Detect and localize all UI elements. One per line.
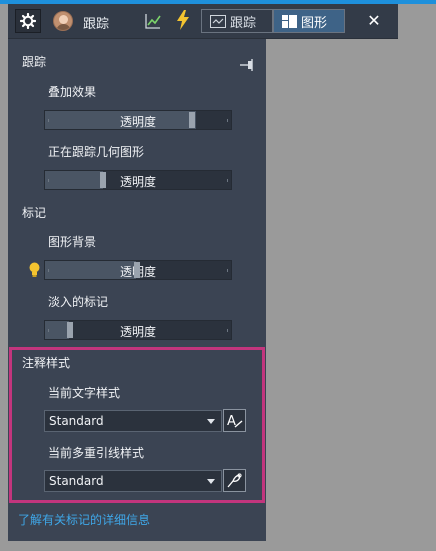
geometry-slider-thumb[interactable]: [100, 172, 106, 188]
faded-opacity-slider[interactable]: 透明度: [44, 320, 232, 340]
background-slider-thumb[interactable]: [134, 262, 140, 278]
chart-check-icon[interactable]: [144, 12, 162, 30]
text-style-icon: A: [227, 414, 243, 429]
avatar[interactable]: [53, 11, 73, 31]
chevron-down-icon: [207, 479, 215, 484]
overlay-slider-text: 透明度: [119, 115, 156, 129]
text-style-label: 当前文字样式: [48, 386, 121, 400]
faded-markup-label: 淡入的标记: [48, 295, 109, 309]
geometry-opacity-slider[interactable]: 透明度: [44, 170, 232, 190]
tab-track-label: 跟踪: [230, 15, 257, 31]
text-style-button[interactable]: A: [223, 409, 246, 432]
tracking-geometry-label: 正在跟踪几何图形: [48, 145, 145, 159]
section-track-title: 跟踪: [22, 55, 47, 69]
tab-graph-label: 图形: [301, 15, 328, 31]
user-label[interactable]: 跟踪: [83, 13, 109, 32]
text-style-dropdown[interactable]: Standard: [44, 410, 222, 432]
multileader-style-value: Standard: [49, 474, 104, 488]
background-opacity-slider[interactable]: 透明度: [44, 260, 232, 280]
multileader-style-button[interactable]: [223, 469, 246, 492]
learn-more-link[interactable]: 了解有关标记的详细信息: [18, 511, 150, 528]
svg-text:A: A: [227, 414, 236, 429]
close-button[interactable]: ✕: [364, 11, 384, 31]
multileader-style-label: 当前多重引线样式: [48, 446, 145, 460]
overlay-label: 叠加效果: [48, 85, 97, 99]
pin-icon[interactable]: [240, 59, 256, 71]
track-tab-icon: [210, 14, 226, 28]
gear-icon: [20, 13, 36, 29]
faded-slider-thumb[interactable]: [67, 322, 73, 338]
background-label: 图形背景: [48, 235, 97, 249]
graph-tab-icon: [282, 14, 297, 28]
lightning-icon[interactable]: [176, 10, 190, 30]
toolbar: 跟踪 跟踪 图形 ✕: [8, 4, 398, 39]
overlay-slider-thumb[interactable]: [189, 112, 195, 128]
multileader-icon: [227, 473, 242, 488]
chevron-down-icon: [207, 419, 215, 424]
section-annotation-title: 注释样式: [22, 356, 71, 370]
section-markup-title: 标记: [22, 206, 47, 220]
overlay-opacity-slider[interactable]: 透明度: [44, 110, 232, 130]
lightbulb-icon[interactable]: [29, 262, 40, 278]
tab-track[interactable]: 跟踪: [201, 9, 273, 33]
multileader-style-dropdown[interactable]: Standard: [44, 470, 222, 492]
settings-button[interactable]: [15, 9, 41, 33]
geometry-slider-text: 透明度: [119, 175, 156, 189]
text-style-value: Standard: [49, 414, 104, 428]
markup-panel: 跟踪 叠加效果 透明度 正在跟踪几何图形 透明度 标记 图形背景 透明度 淡入的…: [8, 39, 266, 541]
tab-graph[interactable]: 图形: [273, 9, 345, 33]
